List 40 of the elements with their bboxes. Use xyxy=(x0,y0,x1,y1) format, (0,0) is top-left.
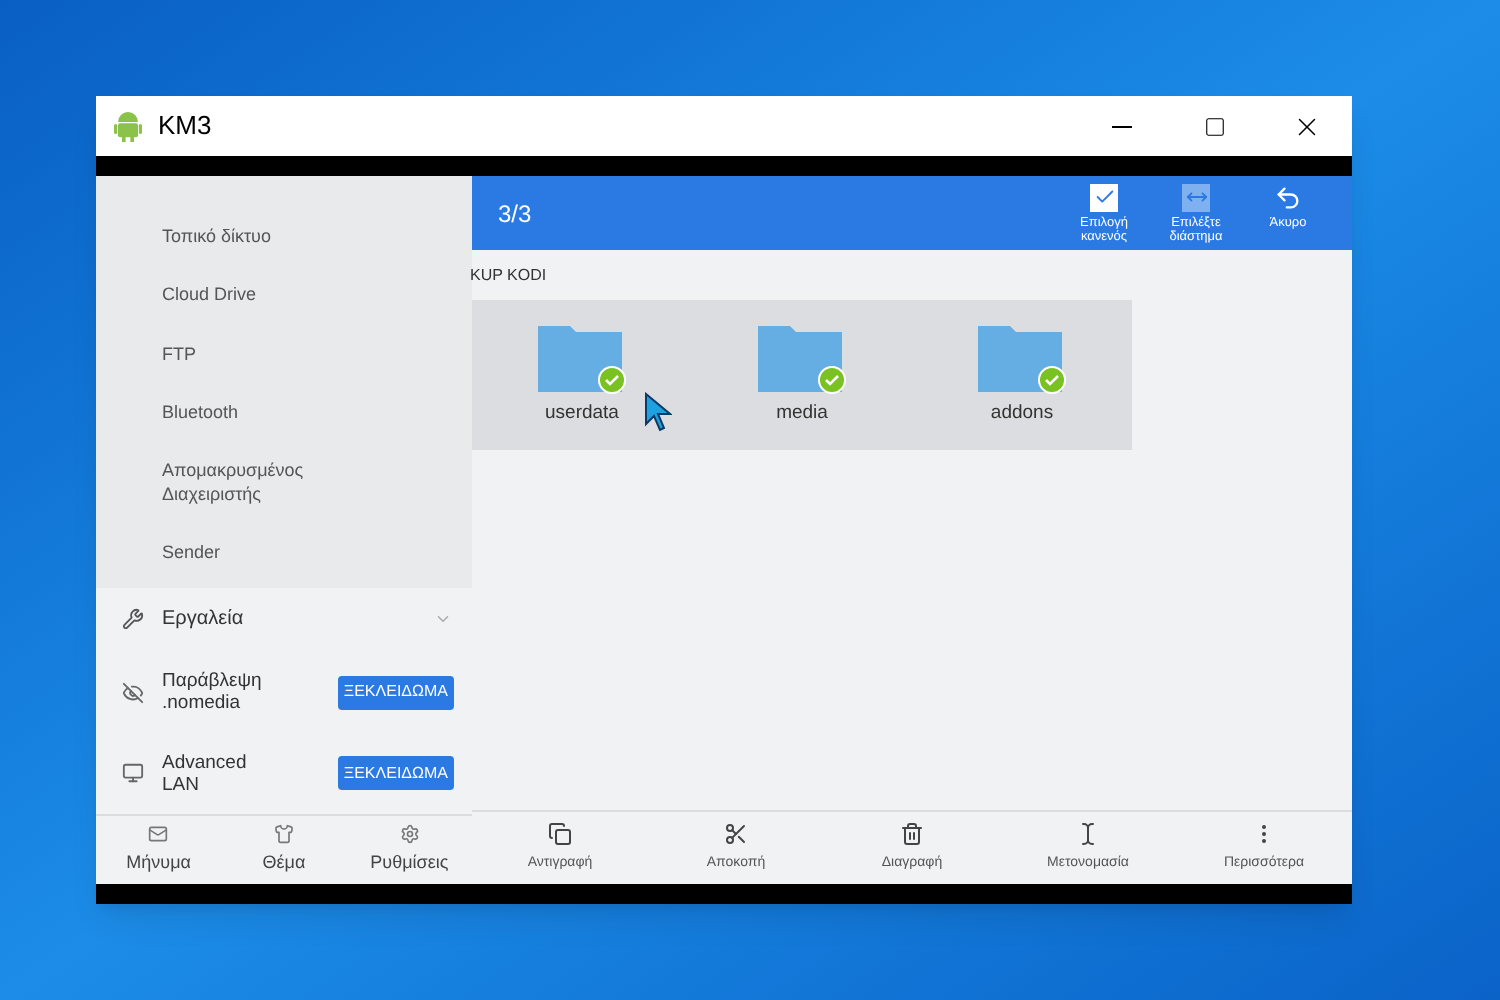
maximize-icon xyxy=(1203,115,1225,137)
android-logo-icon xyxy=(114,110,142,142)
settings-icon xyxy=(399,823,420,844)
menu-item[interactable]: Bluetooth xyxy=(162,383,362,442)
minimize-icon xyxy=(1112,125,1132,127)
tools-item[interactable]: Εργαλεία xyxy=(96,587,472,652)
menu-item[interactable]: Cloud Drive xyxy=(162,265,362,324)
folder-name: userdata xyxy=(545,399,619,428)
folder-name: addons xyxy=(990,399,1054,428)
folder-item[interactable]: userdata xyxy=(472,321,692,429)
trash-icon xyxy=(900,821,924,846)
text-cursor-icon xyxy=(1076,821,1100,846)
shirt-icon xyxy=(274,823,294,844)
setting-label: Advanced LAN xyxy=(162,751,249,796)
folder-item[interactable]: media xyxy=(692,321,912,429)
menu-item[interactable]: FTP xyxy=(162,324,362,383)
unlock-button[interactable]: ΞΕΚΛΕΙΔΩΜΑ xyxy=(337,756,454,791)
breadcrumb: KUP KODI xyxy=(470,263,549,287)
menu-item[interactable]: Απομακρυσμένος Διαχειριστής xyxy=(162,442,362,522)
folder-name: media xyxy=(776,399,828,428)
menu-item[interactable]: Sender xyxy=(162,522,362,581)
unlock-button[interactable]: ΞΕΚΛΕΙΔΩΜΑ xyxy=(337,675,454,710)
nav-tab[interactable]: Ρυθμίσεις xyxy=(346,815,473,884)
range-icon xyxy=(1182,183,1210,211)
monitor-icon xyxy=(122,762,144,785)
checkbox-icon xyxy=(1090,183,1118,211)
scissors-icon xyxy=(724,821,748,846)
wrench-icon xyxy=(122,608,144,631)
nav-tab[interactable]: Μήνυμα xyxy=(96,815,222,884)
mouse-pointer-icon xyxy=(644,392,672,432)
hidden-file-icon xyxy=(122,681,144,704)
mail-icon xyxy=(148,823,169,844)
copy-icon xyxy=(548,821,572,846)
undo-icon xyxy=(1274,183,1302,211)
nav-tab[interactable]: Θέμα xyxy=(221,815,347,884)
setting-label: Παράβλεψη .nomedia xyxy=(162,670,264,715)
folder-item[interactable]: addons xyxy=(912,321,1132,429)
window-title: KM3 xyxy=(158,108,212,145)
selection-count: 3/3 xyxy=(498,197,532,231)
menu-item[interactable]: Τοπικό δίκτυο xyxy=(162,206,362,265)
